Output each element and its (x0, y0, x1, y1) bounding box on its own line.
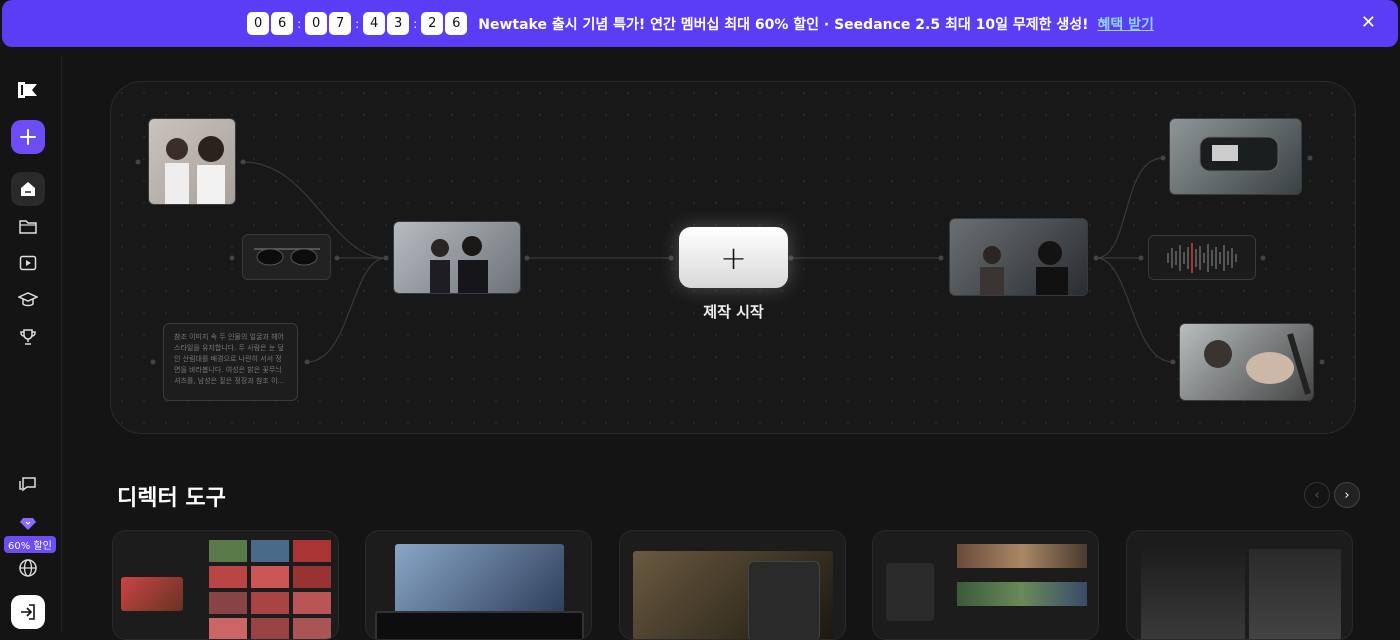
director-tool-card[interactable] (619, 530, 846, 640)
login-button[interactable] (11, 595, 45, 629)
timer-digit: 3 (387, 12, 410, 35)
generated-video-car (949, 218, 1088, 296)
carousel-prev-button[interactable]: ‹ (1304, 482, 1330, 508)
promo-banner: 0 6 : 0 7 : 4 3 : 2 6 Newtake 출시 기념 특가! … (2, 0, 1398, 47)
sidebar-item-projects[interactable] (11, 209, 45, 243)
countdown-timer: 0 6 : 0 7 : 4 3 : 2 6 (246, 12, 468, 35)
tool-preview-strip (957, 582, 1087, 606)
create-new-button[interactable] (11, 120, 45, 154)
tool-preview-character-sheet (1141, 546, 1245, 639)
generated-video-mirror (1169, 118, 1302, 195)
close-banner-button[interactable]: ✕ (1361, 12, 1376, 33)
sidebar-item-learn[interactable] (11, 283, 45, 317)
timer-digit: 6 (271, 12, 294, 35)
timer-digit: 4 (363, 12, 386, 35)
director-tool-card[interactable] (872, 530, 1099, 640)
start-creating-button[interactable]: + (679, 227, 788, 288)
tool-preview-faces (1249, 549, 1341, 639)
timer-separator: : (413, 16, 418, 31)
timer-digit: 0 (247, 12, 270, 35)
generated-image-snow (393, 221, 521, 294)
sidebar-item-community[interactable] (11, 467, 45, 501)
director-tool-card[interactable] (1126, 530, 1353, 640)
tool-preview-panel (748, 561, 820, 639)
tool-preview-image (121, 577, 183, 611)
tool-preview-grid (209, 540, 331, 639)
language-button[interactable] (11, 551, 45, 585)
director-tools-title: 디렉터 도구 (117, 486, 226, 511)
workflow-hero: 참조 이미지 속 두 인물의 얼굴과 헤어스타일을 유지합니다. 두 사람은 눈… (110, 81, 1356, 434)
sign-in-icon (21, 604, 35, 620)
sidebar-item-videos[interactable] (11, 246, 45, 280)
diamond-icon (20, 518, 36, 530)
generated-audio-waveform (1148, 235, 1256, 280)
tool-preview-image (395, 544, 564, 614)
reference-image-couple (148, 118, 236, 205)
carousel-next-button[interactable]: › (1334, 482, 1360, 508)
get-benefits-link[interactable]: 혜택 받기 (1097, 14, 1153, 34)
prompt-text-node: 참조 이미지 속 두 인물의 얼굴과 헤어스타일을 유지합니다. 두 사람은 눈… (163, 323, 298, 401)
chat-icon (19, 477, 36, 492)
generated-video-steering (1179, 323, 1314, 401)
reference-image-sunglasses (242, 234, 331, 280)
globe-icon (19, 559, 37, 577)
graduation-cap-icon (18, 292, 38, 307)
director-tool-card[interactable] (112, 530, 339, 640)
timer-separator: : (297, 16, 302, 31)
timer-separator: : (355, 16, 360, 31)
sidebar: 60% 할인 (0, 55, 62, 633)
tool-preview-panel (886, 563, 934, 621)
banner-text: Newtake 출시 기념 특가! 연간 멤버십 최대 60% 할인 · See… (478, 16, 1089, 33)
logo-icon[interactable] (11, 73, 45, 107)
tool-preview-strip (957, 544, 1087, 568)
folder-icon (19, 220, 37, 234)
plus-icon (20, 129, 36, 145)
sidebar-item-awards[interactable] (11, 320, 45, 354)
plus-icon: + (720, 238, 747, 277)
sidebar-item-home[interactable] (11, 172, 45, 206)
timer-digit: 6 (445, 12, 468, 35)
tool-preview-timeline (375, 611, 584, 639)
video-play-icon (19, 255, 37, 271)
timer-digit: 0 (305, 12, 328, 35)
timer-digit: 7 (329, 12, 352, 35)
trophy-icon (20, 329, 36, 345)
home-icon (21, 182, 35, 196)
timer-digit: 2 (421, 12, 444, 35)
start-creating-label: 제작 시작 (703, 303, 764, 321)
director-tool-card[interactable] (365, 530, 592, 640)
